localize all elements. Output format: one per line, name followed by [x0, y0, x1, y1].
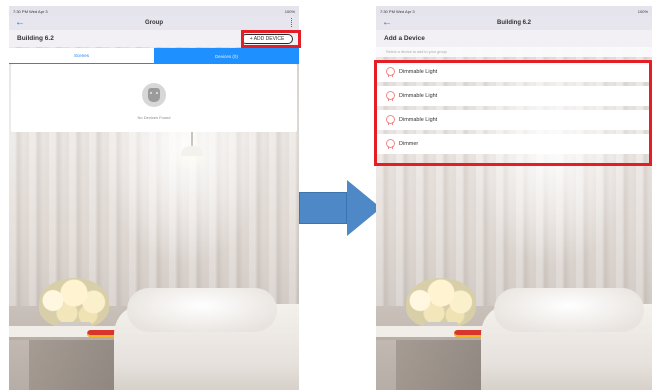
list-item[interactable]: Dimmer [376, 134, 652, 154]
empty-device-icon [142, 82, 166, 107]
more-options-icon[interactable] [291, 18, 293, 27]
nav-title: Building 6.2 [496, 20, 531, 26]
navigation-bar: ← Group [9, 16, 299, 30]
page-title: Building 6.2 [17, 35, 54, 42]
flower-bouquet [39, 278, 109, 328]
bulb-icon [386, 66, 395, 78]
transition-arrow-body [299, 192, 347, 224]
bulb-icon [386, 114, 395, 126]
instruction-text: Select a device to add to your group [376, 47, 652, 57]
device-label: Dimmer [399, 141, 419, 147]
tab-scenes[interactable]: Scenes [9, 48, 154, 64]
bulb-icon [386, 90, 395, 102]
add-device-header: Add a Device [376, 30, 652, 47]
add-device-button[interactable]: + ADD DEVICE [241, 34, 293, 44]
pillow [494, 288, 644, 332]
device-label: Dimmable Light [399, 117, 438, 123]
device-label: Dimmable Light [399, 69, 438, 75]
group-screen: 7:30 PM Wed Apr 3 100% ← Group Building … [9, 6, 299, 390]
nightstand-base [396, 340, 486, 390]
list-item[interactable]: Dimmable Light [376, 86, 652, 106]
battery-level: 100% [637, 8, 648, 14]
nav-title: Group [145, 20, 163, 26]
battery-level: 100% [284, 8, 295, 14]
group-tabs: Scenes Devices (0) [9, 48, 299, 64]
bulb-icon [386, 138, 395, 150]
pillow [127, 288, 277, 332]
status-bar: 7:30 PM Wed Apr 3 100% [376, 6, 652, 16]
status-bar: 7:30 PM Wed Apr 3 100% [9, 6, 299, 16]
nightstand-base [29, 340, 119, 390]
list-item[interactable]: Dimmable Light [376, 110, 652, 130]
ceiling-lamp [181, 146, 203, 156]
status-time: 7:30 PM Wed Apr 3 [380, 8, 415, 14]
list-item[interactable]: Dimmable Light [376, 62, 652, 82]
empty-message: No Devices Found [137, 114, 171, 120]
device-label: Dimmable Light [399, 93, 438, 99]
flower-bouquet [406, 278, 476, 328]
back-arrow-icon[interactable]: ← [15, 16, 25, 30]
device-list: Dimmable Light Dimmable Light Dimmable L… [376, 62, 652, 158]
page-title: Add a Device [384, 35, 425, 42]
add-device-screen: 7:30 PM Wed Apr 3 100% ← Building 6.2 Ad… [376, 6, 652, 390]
navigation-bar: ← Building 6.2 [376, 16, 652, 30]
empty-devices-card: No Devices Found [11, 64, 297, 132]
tab-devices[interactable]: Devices (0) [154, 48, 299, 64]
back-arrow-icon[interactable]: ← [382, 16, 392, 30]
status-time: 7:30 PM Wed Apr 3 [13, 8, 48, 14]
